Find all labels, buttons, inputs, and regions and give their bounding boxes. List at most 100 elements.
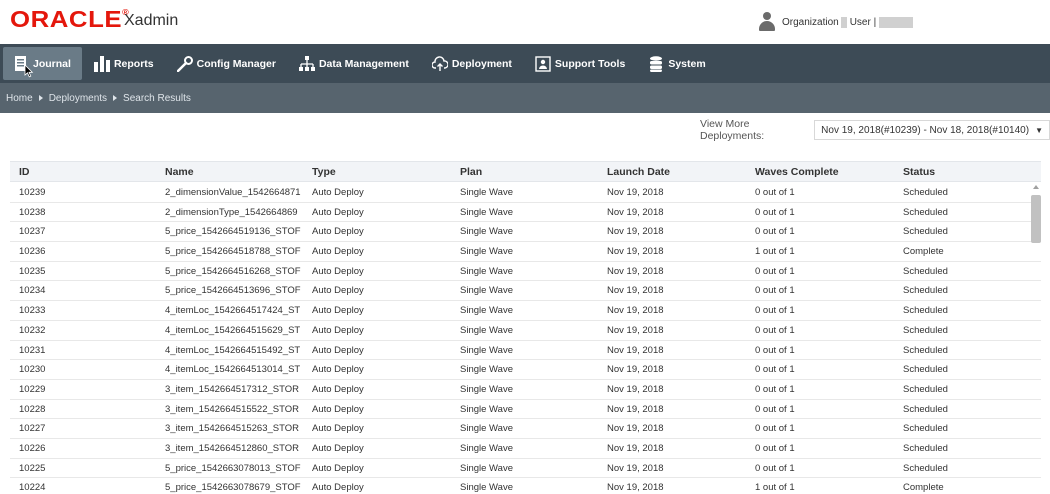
cell-id: 10233 xyxy=(19,305,46,317)
table-header: ID Name Type Plan Launch Date Waves Comp… xyxy=(10,161,1041,182)
cell-id: 10235 xyxy=(19,265,46,277)
view-more-deployments: View More Deployments: Nov 19, 2018(#102… xyxy=(700,118,1050,142)
cell-id: 10230 xyxy=(19,364,46,376)
column-header-launch-date[interactable]: Launch Date xyxy=(607,166,747,178)
table-row[interactable]: 10230 4_itemLoc_1542664513014_ST Auto Depl… xyxy=(10,360,1041,380)
cell-id: 10232 xyxy=(19,324,46,336)
table-row[interactable]: 10231 4_itemLoc_1542664515492_ST Auto Depl… xyxy=(10,341,1041,361)
organization-value xyxy=(840,16,847,28)
cell-name: 5_price_1542664518788_STOF xyxy=(165,246,301,258)
cell-status: Scheduled xyxy=(903,383,948,395)
table-row[interactable]: 10227 3_item_1542664515263_STOR Auto Deplo… xyxy=(10,419,1041,439)
cell-name: 4_itemLoc_1542664513014_ST xyxy=(165,364,301,376)
cell-type: Auto Deploy xyxy=(312,305,364,317)
breadcrumb: Home Deployments Search Results xyxy=(0,83,1050,113)
nav-config-manager[interactable]: Config Manager xyxy=(167,47,287,80)
cell-status: Scheduled xyxy=(903,423,948,435)
cell-name: 2_dimensionValue_1542664871 xyxy=(165,187,301,198)
column-header-status[interactable]: Status xyxy=(903,166,1023,178)
app-name: Xadmin xyxy=(124,12,179,29)
cell-id: 10237 xyxy=(19,226,46,238)
table-row[interactable]: 10237 5_price_1542664519136_STOF Auto Depl… xyxy=(10,222,1041,243)
nav-system[interactable]: System xyxy=(638,47,716,80)
table-row[interactable]: 10236 5_price_1542664518788_STOF Auto Depl… xyxy=(10,242,1041,262)
nav-deployment-label: Deployment xyxy=(451,57,512,70)
table-row[interactable]: 10233 4_itemLoc_1542664517424_ST Auto Depl… xyxy=(10,301,1041,321)
cell-status: Scheduled xyxy=(903,462,948,474)
cell-type: Auto Deploy xyxy=(312,423,364,435)
table-row[interactable]: 10235 5_price_1542664516268_STOF Auto Depl… xyxy=(10,262,1041,282)
cell-id: 10224 xyxy=(19,482,46,494)
cell-id: 10225 xyxy=(19,462,46,474)
cell-type: Auto Deploy xyxy=(312,442,364,454)
cell-plan: Single Wave xyxy=(460,324,513,336)
table-row[interactable]: 10238 2_dimensionType_1542664869 Auto Depl… xyxy=(10,203,1041,223)
cell-type: Auto Deploy xyxy=(312,344,364,356)
cell-status: Scheduled xyxy=(903,364,948,376)
table-row[interactable]: 10232 4_itemLoc_1542664515629_ST Auto Depl… xyxy=(10,321,1041,341)
cell-type: Auto Deploy xyxy=(312,324,364,336)
deployments-range-select[interactable]: Nov 19, 2018(#10239) - Nov 18, 2018(#101… xyxy=(814,120,1050,140)
cell-launch-date: Nov 19, 2018 xyxy=(607,403,664,415)
table-row[interactable]: 10228 3_item_1542664515522_STOR Auto Deplo… xyxy=(10,400,1041,420)
table-row[interactable]: 10224 5_price_1542663078679_STOF Auto Depl… xyxy=(10,478,1041,494)
nav-support-tools[interactable]: Support Tools xyxy=(525,47,636,80)
cell-launch-date: Nov 19, 2018 xyxy=(607,285,664,297)
column-header-type[interactable]: Type xyxy=(312,166,452,178)
nav-deployment[interactable]: Deployment xyxy=(422,47,523,80)
breadcrumb-deployments[interactable]: Deployments xyxy=(49,93,107,104)
cell-launch-date: Nov 19, 2018 xyxy=(607,462,664,474)
table-row[interactable]: 10226 3_item_1542664512860_STOR Auto Deplo… xyxy=(10,439,1041,459)
cell-plan: Single Wave xyxy=(460,344,513,356)
cell-id: 10226 xyxy=(19,442,46,454)
nav-data-management[interactable]: Data Management xyxy=(289,47,420,80)
column-header-waves-complete[interactable]: Waves Complete xyxy=(755,166,895,178)
cell-name: 4_itemLoc_1542664515492_ST xyxy=(165,344,301,356)
cell-type: Auto Deploy xyxy=(312,206,364,218)
cell-name: 4_itemLoc_1542664517424_ST xyxy=(165,305,301,317)
cell-type: Auto Deploy xyxy=(312,482,364,494)
cell-id: 10227 xyxy=(19,423,46,435)
column-header-plan[interactable]: Plan xyxy=(460,166,600,178)
cell-launch-date: Nov 19, 2018 xyxy=(607,265,664,277)
database-icon xyxy=(648,55,664,73)
cell-plan: Single Wave xyxy=(460,423,513,435)
cell-name: 5_price_1542663078679_STOF xyxy=(165,482,301,494)
cell-plan: Single Wave xyxy=(460,403,513,415)
nav-journal[interactable]: Journal xyxy=(3,47,82,80)
nav-system-label: System xyxy=(668,57,706,70)
user-icon xyxy=(758,12,776,32)
breadcrumb-home[interactable]: Home xyxy=(6,93,33,104)
table-row[interactable]: 10225 5_price_1542663078013_STOF Auto Depl… xyxy=(10,459,1041,479)
cell-plan: Single Wave xyxy=(460,206,513,218)
cell-type: Auto Deploy xyxy=(312,265,364,277)
cell-name: 3_item_1542664515522_STOR xyxy=(165,403,299,415)
cell-status: Complete xyxy=(903,482,944,494)
cell-status: Scheduled xyxy=(903,324,948,336)
oracle-logo: ORACLE® xyxy=(10,6,130,32)
user-label: User | xyxy=(849,16,877,28)
wrench-icon xyxy=(176,55,193,73)
table-row[interactable]: 10234 5_price_1542664513696_STOF Auto Depl… xyxy=(10,281,1041,302)
cell-name: 3_item_1542664517312_STOR xyxy=(165,383,299,395)
cell-waves-complete: 0 out of 1 xyxy=(755,403,795,415)
scroll-thumb[interactable] xyxy=(1031,195,1041,243)
table-row[interactable]: 10239 2_dimensionValue_1542664871 Auto Dep… xyxy=(10,183,1041,203)
column-header-id[interactable]: ID xyxy=(19,166,159,178)
view-more-label: View More Deployments: xyxy=(700,118,765,142)
cell-launch-date: Nov 19, 2018 xyxy=(607,206,664,218)
cell-status: Scheduled xyxy=(903,442,948,454)
cell-waves-complete: 0 out of 1 xyxy=(755,187,795,198)
table-row[interactable]: 10229 3_item_1542664517312_STOR Auto Deplo… xyxy=(10,380,1041,400)
scroll-up-icon[interactable] xyxy=(1033,185,1039,189)
table-scrollbar[interactable] xyxy=(1030,183,1042,494)
cell-launch-date: Nov 19, 2018 xyxy=(607,423,664,435)
user-area[interactable]: Organization User | xyxy=(758,10,914,34)
nav-reports[interactable]: Reports xyxy=(84,47,165,80)
hierarchy-icon xyxy=(298,55,315,73)
cell-status: Scheduled xyxy=(903,305,948,317)
cell-waves-complete: 0 out of 1 xyxy=(755,442,795,454)
cell-plan: Single Wave xyxy=(460,265,513,277)
caret-down-icon: ▼ xyxy=(1035,125,1043,135)
column-header-name[interactable]: Name xyxy=(165,166,303,178)
